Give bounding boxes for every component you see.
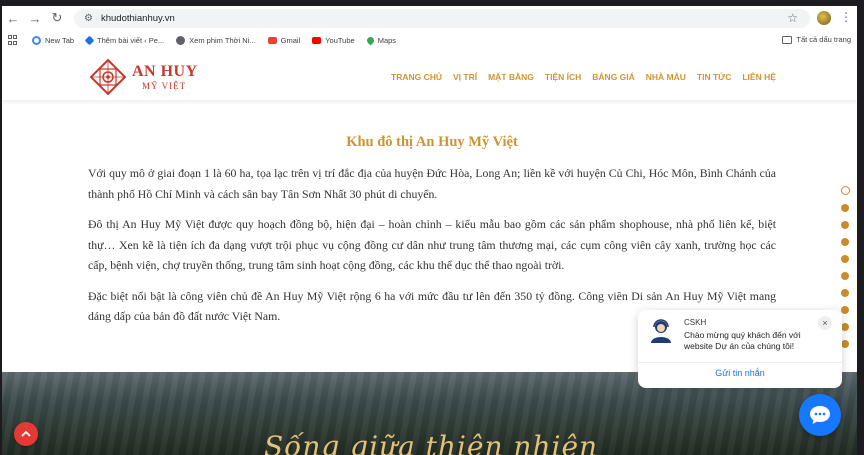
section-dot[interactable] <box>841 238 849 246</box>
bookmark-label: Maps <box>377 35 397 45</box>
all-bookmarks[interactable]: Tất cả dấu trang <box>782 35 851 44</box>
folder-icon <box>782 35 793 44</box>
chat-bubble-icon <box>810 406 830 424</box>
bookmark-label: Gmail <box>280 35 301 45</box>
logo-line1: AN HUY <box>132 63 198 80</box>
section-dot[interactable] <box>841 272 849 280</box>
url-text: khudothianhuy.vn <box>100 13 175 24</box>
reload-icon[interactable]: ↻ <box>46 7 68 29</box>
nav-amenities[interactable]: TIỆN ÍCH <box>545 72 581 82</box>
site-header: AN HUY MỸ VIỆT TRANG CHỦ VỊ TRÍ MẶT BẰNG… <box>2 52 857 100</box>
profile-avatar[interactable] <box>817 11 831 25</box>
bookmark-new-tab[interactable]: New Tab <box>32 35 75 45</box>
website: AN HUY MỸ VIỆT TRANG CHỦ VỊ TRÍ MẶT BẰNG… <box>2 52 857 455</box>
bookmark-add-post[interactable]: Thêm bài viết ‹ Pe... <box>84 35 165 45</box>
section-dot[interactable] <box>841 204 849 212</box>
support-agent-icon <box>651 319 671 343</box>
section-dot[interactable] <box>841 289 849 297</box>
paragraph-2: Đô thị An Huy Mỹ Việt được quy hoạch đồn… <box>88 217 776 272</box>
section-nav-dots <box>841 186 851 357</box>
address-bar[interactable]: ⚙ khudothianhuy.vn ☆ <box>74 9 810 28</box>
bookmark-watch-movie[interactable]: Xem phim Thời Ni... <box>176 35 256 45</box>
chat-welcome-message: Chào mừng quý khách đến với website Dự á… <box>684 330 801 351</box>
google-icon <box>32 35 41 45</box>
nav-model-house[interactable]: NHÀ MẪU <box>646 72 686 82</box>
chat-agent-name: CSKH <box>684 318 707 327</box>
bookmarks-bar: New Tab Thêm bài viết ‹ Pe... Xem phim T… <box>2 30 857 50</box>
chat-button[interactable] <box>799 394 841 436</box>
nav-news[interactable]: TIN TỨC <box>697 72 731 82</box>
chat-welcome-popup: CSKH Chào mừng quý khách đến với website… <box>638 310 842 388</box>
logo-line2: MỸ VIỆT <box>142 81 187 91</box>
intro-section: Khu đô thị An Huy Mỹ Việt Với quy mô ở g… <box>88 134 776 327</box>
bookmark-label: Xem phim Thời Ni... <box>189 35 256 45</box>
nav-home[interactable]: TRANG CHỦ <box>391 72 442 82</box>
browser-menu-icon[interactable]: ⋮ <box>840 10 852 24</box>
site-info-icon[interactable]: ⚙ <box>84 13 93 24</box>
apps-grid-icon[interactable] <box>8 35 18 45</box>
chevron-up-icon <box>21 430 31 437</box>
section-title: Khu đô thị An Huy Mỹ Việt <box>346 134 518 150</box>
bookmark-label: YouTube <box>325 35 355 45</box>
section-dot[interactable] <box>841 306 849 314</box>
youtube-icon <box>312 36 322 44</box>
divider <box>638 362 842 363</box>
screen-frame: ← → ↻ ⚙ khudothianhuy.vn ☆ ⋮ New Tab Thê… <box>0 0 864 455</box>
window-edge <box>857 0 864 455</box>
nav-floor-plan[interactable]: MẶT BẰNG <box>488 72 534 82</box>
section-dot[interactable] <box>841 255 849 263</box>
maps-pin-icon <box>365 35 376 45</box>
bookmark-youtube[interactable]: YouTube <box>312 35 355 45</box>
globe-icon <box>176 35 186 45</box>
bookmark-gmail[interactable]: Gmail <box>267 35 301 45</box>
nav-location[interactable]: VỊ TRÍ <box>453 72 477 82</box>
section-dot[interactable] <box>841 186 850 195</box>
browser-window: ← → ↻ ⚙ khudothianhuy.vn ☆ ⋮ New Tab Thê… <box>2 6 857 455</box>
gmail-icon <box>267 36 277 44</box>
back-icon[interactable]: ← <box>2 7 24 29</box>
logo-emblem-icon <box>89 58 127 96</box>
site-logo[interactable]: AN HUY MỸ VIỆT <box>88 57 198 97</box>
browser-toolbar: ← → ↻ ⚙ khudothianhuy.vn ☆ ⋮ <box>2 6 857 30</box>
section-dot[interactable] <box>841 340 849 348</box>
banner-script-text: Sống giữa thiên nhiên <box>264 430 599 455</box>
logo-text: AN HUY MỸ VIỆT <box>132 63 198 91</box>
bookmark-star-icon[interactable]: ☆ <box>787 11 798 25</box>
section-dot[interactable] <box>841 221 849 229</box>
paragraph-1: Với quy mô ở giai đoạn 1 là 60 ha, tọa l… <box>88 166 776 201</box>
send-message-button[interactable]: Gửi tin nhắn <box>638 368 842 378</box>
nav-contact[interactable]: LIÊN HỆ <box>742 72 776 82</box>
bookmark-label: New Tab <box>45 35 75 45</box>
forward-icon[interactable]: → <box>24 7 46 29</box>
scroll-to-top-button[interactable] <box>14 422 38 446</box>
bookmark-label: Thêm bài viết ‹ Pe... <box>97 35 165 45</box>
section-dot[interactable] <box>841 323 849 331</box>
nav-price-list[interactable]: BẢNG GIÁ <box>592 72 635 82</box>
main-nav: TRANG CHỦ VỊ TRÍ MẶT BẰNG TIỆN ÍCH BẢNG … <box>391 72 787 82</box>
close-icon[interactable]: × <box>818 316 832 330</box>
plugin-icon <box>84 35 95 45</box>
bookmark-maps[interactable]: Maps <box>365 35 397 45</box>
all-bookmarks-label: Tất cả dấu trang <box>796 35 851 44</box>
